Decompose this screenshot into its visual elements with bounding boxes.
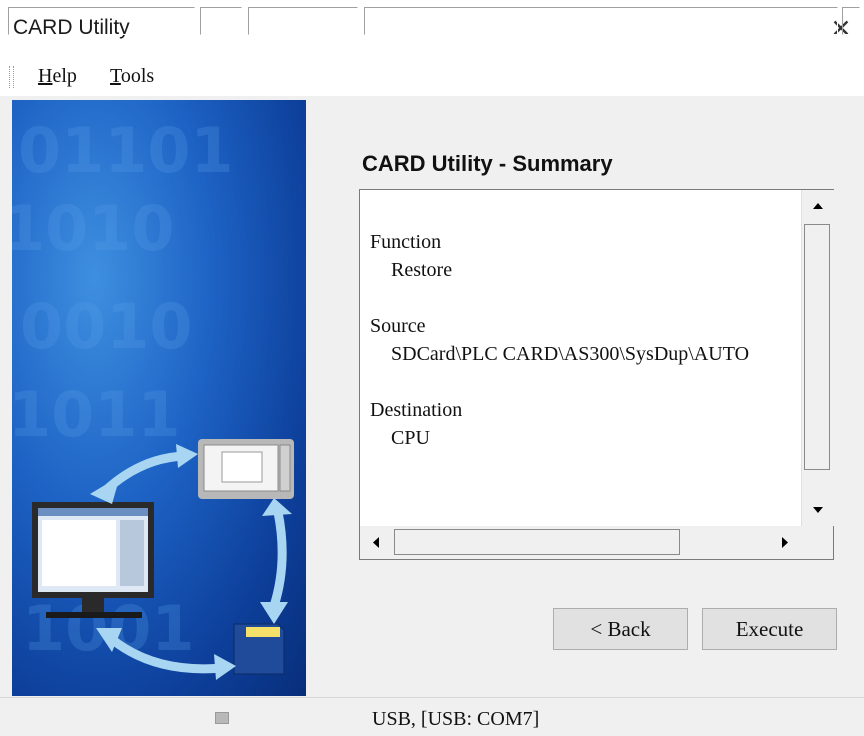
back-button[interactable]: < Back xyxy=(553,608,688,650)
svg-text:0010: 0010 xyxy=(20,290,193,363)
menu-help-accelerator: H xyxy=(38,65,53,87)
execute-button[interactable]: Execute xyxy=(702,608,837,650)
vertical-scroll-thumb[interactable] xyxy=(804,224,830,470)
svg-text:1010: 1010 xyxy=(12,192,175,265)
plc-device-icon xyxy=(198,439,294,499)
banner-illustration: 01101 1010 0010 1011 1001 xyxy=(12,114,294,680)
status-indicator-icon xyxy=(215,712,229,724)
horizontal-scrollbar[interactable] xyxy=(360,526,801,559)
menu-help[interactable]: Help xyxy=(38,65,77,88)
summary-function-label: Function xyxy=(370,231,442,253)
summary-source-label: Source xyxy=(370,315,426,337)
arrow-up-icon xyxy=(813,203,823,209)
menu-grip xyxy=(9,66,14,88)
menu-bar: Help Tools xyxy=(0,60,864,96)
summary-box: Function Restore Source SDCard\PLC CARD\… xyxy=(359,189,834,560)
status-panel-2 xyxy=(200,7,242,35)
menu-tools[interactable]: Tools xyxy=(110,65,154,88)
arrow-down-icon xyxy=(813,507,823,513)
vertical-scrollbar[interactable] xyxy=(801,190,834,526)
sd-card-icon xyxy=(233,623,285,675)
horizontal-scroll-thumb[interactable] xyxy=(394,529,680,555)
summary-destination-label: Destination xyxy=(370,399,463,421)
scroll-up-button[interactable] xyxy=(802,190,834,222)
summary-function-value: Restore xyxy=(391,259,453,281)
menu-tools-label: ools xyxy=(120,65,155,87)
menu-help-label: elp xyxy=(52,65,77,87)
scroll-down-button[interactable] xyxy=(802,494,834,526)
status-panel-3 xyxy=(248,7,358,35)
status-panel-end xyxy=(842,7,860,35)
status-panel-1 xyxy=(8,7,195,35)
scroll-left-button[interactable] xyxy=(360,526,392,559)
scrollbar-corner xyxy=(801,526,833,559)
arrow-right-icon xyxy=(782,537,788,548)
wizard-banner: 01101 1010 0010 1011 1001 xyxy=(12,100,306,696)
page-heading: CARD Utility - Summary xyxy=(362,151,613,176)
connection-status: USB, [USB: COM7] xyxy=(372,708,540,730)
arrow-left-icon xyxy=(373,537,379,548)
svg-text:1011: 1011 xyxy=(12,378,181,451)
summary-content: Function Restore Source SDCard\PLC CARD\… xyxy=(370,228,800,452)
menu-tools-accelerator: T xyxy=(110,65,121,87)
summary-destination-value: CPU xyxy=(391,427,430,449)
status-panel-connection xyxy=(364,7,838,35)
summary-source-value: SDCard\PLC CARD\AS300\SysDup\AUTO xyxy=(391,343,750,365)
svg-text:01101: 01101 xyxy=(18,114,234,187)
scroll-right-button[interactable] xyxy=(769,526,801,559)
